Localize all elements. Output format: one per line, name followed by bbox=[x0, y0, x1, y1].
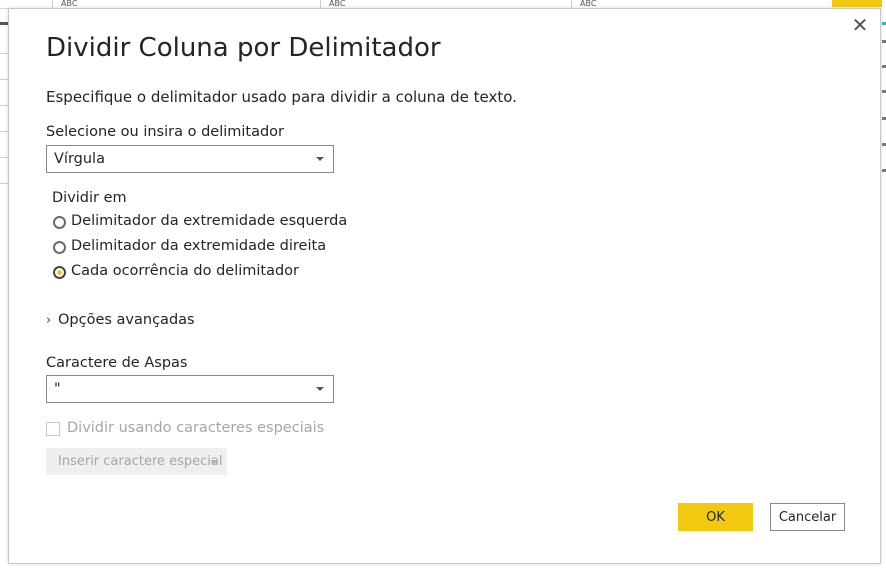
special-chars-label: Dividir usando caracteres especiais bbox=[67, 420, 325, 436]
cancel-button[interactable]: Cancelar bbox=[770, 503, 845, 531]
dialog-description: Especifique o delimitador usado para div… bbox=[46, 88, 517, 106]
column-type-label: ABC bbox=[61, 0, 78, 8]
chevron-down-icon bbox=[210, 460, 218, 464]
radio-label: Cada ocorrência do delimitador bbox=[71, 263, 300, 279]
column-type-label: ABC bbox=[580, 0, 597, 8]
ok-button[interactable]: OK bbox=[678, 503, 753, 531]
table-cell bbox=[882, 65, 886, 68]
table-row bbox=[0, 157, 8, 158]
radio-button-selected[interactable] bbox=[53, 266, 66, 279]
table-cell bbox=[882, 143, 886, 146]
advanced-options-label: Opções avançadas bbox=[58, 312, 195, 328]
radio-label: Delimitador da extremidade direita bbox=[71, 238, 327, 254]
radio-label: Delimitador da extremidade esquerda bbox=[71, 213, 348, 229]
split-at-label: Dividir em bbox=[52, 190, 127, 206]
chevron-down-icon bbox=[316, 157, 324, 161]
delimiter-label: Selecione ou insira o delimitador bbox=[46, 124, 285, 140]
close-icon[interactable]: ✕ bbox=[850, 15, 870, 35]
chevron-right-icon: › bbox=[46, 313, 52, 328]
delimiter-dropdown[interactable]: Vírgula bbox=[46, 145, 334, 173]
insert-special-char-button[interactable]: Inserir caractere especial bbox=[46, 448, 227, 475]
quote-char-selected-value: " bbox=[54, 381, 61, 397]
selected-column-header[interactable] bbox=[832, 0, 886, 7]
special-chars-checkbox[interactable] bbox=[46, 422, 60, 436]
table-cell bbox=[882, 117, 886, 120]
radio-button[interactable] bbox=[53, 241, 66, 254]
radio-button[interactable] bbox=[53, 216, 66, 229]
table-row bbox=[0, 53, 8, 54]
column-type-label: ABC bbox=[329, 0, 346, 8]
table-row bbox=[0, 183, 8, 184]
table-row bbox=[0, 79, 8, 80]
table-cell bbox=[882, 169, 886, 172]
table-cell bbox=[882, 40, 886, 43]
quote-char-dropdown[interactable]: " bbox=[46, 375, 334, 403]
split-column-dialog: ✕ Dividir Coluna por Delimitador Especif… bbox=[8, 8, 881, 564]
dialog-title: Dividir Coluna por Delimitador bbox=[46, 33, 441, 63]
table-row bbox=[0, 105, 8, 106]
column-quality-bar bbox=[882, 22, 886, 25]
chevron-down-icon bbox=[316, 387, 324, 391]
column-header[interactable]: ABC bbox=[571, 0, 830, 8]
delimiter-selected-value: Vírgula bbox=[54, 151, 105, 167]
table-edge bbox=[882, 0, 886, 572]
table-row bbox=[0, 131, 8, 132]
column-header[interactable]: ABC bbox=[52, 0, 311, 8]
header-divider bbox=[0, 22, 8, 25]
column-header[interactable]: ABC bbox=[320, 0, 569, 8]
quote-char-label: Caractere de Aspas bbox=[46, 355, 188, 371]
insert-special-char-label: Inserir caractere especial bbox=[58, 454, 223, 469]
table-cell bbox=[882, 90, 886, 93]
